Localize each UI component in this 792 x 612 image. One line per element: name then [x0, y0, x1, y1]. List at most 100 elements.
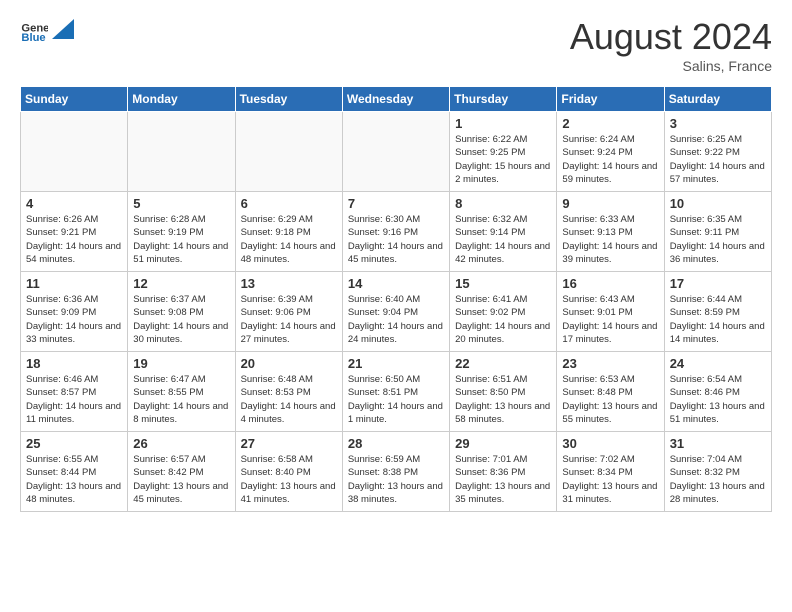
table-row [235, 112, 342, 192]
day-info: Sunrise: 7:01 AM Sunset: 8:36 PM Dayligh… [455, 453, 551, 506]
day-info: Sunrise: 6:25 AM Sunset: 9:22 PM Dayligh… [670, 133, 766, 186]
calendar-week-4: 18 Sunrise: 6:46 AM Sunset: 8:57 PM Dayli… [21, 352, 772, 432]
day-number: 26 [133, 436, 229, 451]
table-row: 18 Sunrise: 6:46 AM Sunset: 8:57 PM Dayli… [21, 352, 128, 432]
table-row: 22 Sunrise: 6:51 AM Sunset: 8:50 PM Dayli… [450, 352, 557, 432]
day-info: Sunrise: 6:54 AM Sunset: 8:46 PM Dayligh… [670, 373, 766, 426]
day-number: 19 [133, 356, 229, 371]
table-row: 20 Sunrise: 6:48 AM Sunset: 8:53 PM Dayli… [235, 352, 342, 432]
day-info: Sunrise: 6:26 AM Sunset: 9:21 PM Dayligh… [26, 213, 122, 266]
calendar-week-5: 25 Sunrise: 6:55 AM Sunset: 8:44 PM Dayli… [21, 432, 772, 512]
table-row: 26Sunrise: 6:57 AM Sunset: 8:42 PM Dayli… [128, 432, 235, 512]
calendar-table: Sunday Monday Tuesday Wednesday Thursday… [20, 86, 772, 512]
month-year-title: August 2024 [570, 16, 772, 58]
day-info: Sunrise: 6:32 AM Sunset: 9:14 PM Dayligh… [455, 213, 551, 266]
table-row [342, 112, 449, 192]
title-area: August 2024 Salins, France [570, 16, 772, 74]
day-number: 8 [455, 196, 551, 211]
table-row: 21Sunrise: 6:50 AM Sunset: 8:51 PM Dayli… [342, 352, 449, 432]
table-row [21, 112, 128, 192]
day-number: 29 [455, 436, 551, 451]
table-row: 6 Sunrise: 6:29 AM Sunset: 9:18 PM Daylig… [235, 192, 342, 272]
day-info: Sunrise: 6:40 AM Sunset: 9:04 PM Dayligh… [348, 293, 444, 346]
day-number: 13 [241, 276, 337, 291]
day-number: 27 [241, 436, 337, 451]
col-friday: Friday [557, 87, 664, 112]
table-row: 19 Sunrise: 6:47 AM Sunset: 8:55 PM Dayli… [128, 352, 235, 432]
day-info: Sunrise: 6:43 AM Sunset: 9:01 PM Dayligh… [562, 293, 658, 346]
col-thursday: Thursday [450, 87, 557, 112]
day-info: Sunrise: 6:46 AM Sunset: 8:57 PM Dayligh… [26, 373, 122, 426]
table-row: 15 Sunrise: 6:41 AM Sunset: 9:02 PM Dayli… [450, 272, 557, 352]
day-info: Sunrise: 6:33 AM Sunset: 9:13 PM Dayligh… [562, 213, 658, 266]
day-info: Sunrise: 6:36 AM Sunset: 9:09 PM Dayligh… [26, 293, 122, 346]
day-number: 22 [455, 356, 551, 371]
day-number: 15 [455, 276, 551, 291]
table-row: 24 Sunrise: 6:54 AM Sunset: 8:46 PM Dayli… [664, 352, 771, 432]
day-info: Sunrise: 6:28 AM Sunset: 9:19 PM Dayligh… [133, 213, 229, 266]
table-row: 7 Sunrise: 6:30 AM Sunset: 9:16 PM Daylig… [342, 192, 449, 272]
table-row: 4 Sunrise: 6:26 AM Sunset: 9:21 PM Daylig… [21, 192, 128, 272]
day-number: 6 [241, 196, 337, 211]
day-number: 3 [670, 116, 766, 131]
day-info: Sunrise: 6:22 AM Sunset: 9:25 PM Dayligh… [455, 133, 551, 186]
day-info: Sunrise: 6:29 AM Sunset: 9:18 PM Dayligh… [241, 213, 337, 266]
col-monday: Monday [128, 87, 235, 112]
day-info: Sunrise: 6:55 AM Sunset: 8:44 PM Dayligh… [26, 453, 122, 506]
day-info: Sunrise: 6:48 AM Sunset: 8:53 PM Dayligh… [241, 373, 337, 426]
day-number: 16 [562, 276, 658, 291]
day-number: 7 [348, 196, 444, 211]
day-number: 25 [26, 436, 122, 451]
table-row: 31 Sunrise: 7:04 AM Sunset: 8:32 PM Dayli… [664, 432, 771, 512]
table-row: 9 Sunrise: 6:33 AM Sunset: 9:13 PM Daylig… [557, 192, 664, 272]
day-number: 18 [26, 356, 122, 371]
table-row: 27 Sunrise: 6:58 AM Sunset: 8:40 PM Dayli… [235, 432, 342, 512]
header: General Blue August 2024 Salins, France [20, 16, 772, 74]
table-row: 14 Sunrise: 6:40 AM Sunset: 9:04 PM Dayli… [342, 272, 449, 352]
table-row: 3 Sunrise: 6:25 AM Sunset: 9:22 PM Daylig… [664, 112, 771, 192]
logo-triangle-icon [52, 19, 74, 41]
table-row: 10 Sunrise: 6:35 AM Sunset: 9:11 PM Dayli… [664, 192, 771, 272]
table-row: 16 Sunrise: 6:43 AM Sunset: 9:01 PM Dayli… [557, 272, 664, 352]
day-number: 4 [26, 196, 122, 211]
day-info: Sunrise: 6:47 AM Sunset: 8:55 PM Dayligh… [133, 373, 229, 426]
svg-text:Blue: Blue [21, 32, 45, 44]
table-row: 1 Sunrise: 6:22 AM Sunset: 9:25 PM Daylig… [450, 112, 557, 192]
table-row: 28Sunrise: 6:59 AM Sunset: 8:38 PM Dayli… [342, 432, 449, 512]
table-row: 12Sunrise: 6:37 AM Sunset: 9:08 PM Dayli… [128, 272, 235, 352]
day-number: 24 [670, 356, 766, 371]
day-info: Sunrise: 6:58 AM Sunset: 8:40 PM Dayligh… [241, 453, 337, 506]
day-number: 10 [670, 196, 766, 211]
day-info: Sunrise: 6:39 AM Sunset: 9:06 PM Dayligh… [241, 293, 337, 346]
col-saturday: Saturday [664, 87, 771, 112]
logo: General Blue [20, 16, 74, 44]
day-number: 23 [562, 356, 658, 371]
calendar-week-1: 1 Sunrise: 6:22 AM Sunset: 9:25 PM Daylig… [21, 112, 772, 192]
table-row: 29 Sunrise: 7:01 AM Sunset: 8:36 PM Dayli… [450, 432, 557, 512]
table-row: 11 Sunrise: 6:36 AM Sunset: 9:09 PM Dayli… [21, 272, 128, 352]
col-tuesday: Tuesday [235, 87, 342, 112]
col-wednesday: Wednesday [342, 87, 449, 112]
day-number: 28 [348, 436, 444, 451]
day-info: Sunrise: 6:51 AM Sunset: 8:50 PM Dayligh… [455, 373, 551, 426]
day-number: 11 [26, 276, 122, 291]
table-row: 25 Sunrise: 6:55 AM Sunset: 8:44 PM Dayli… [21, 432, 128, 512]
table-row: 5Sunrise: 6:28 AM Sunset: 9:19 PM Daylig… [128, 192, 235, 272]
day-info: Sunrise: 6:41 AM Sunset: 9:02 PM Dayligh… [455, 293, 551, 346]
day-number: 20 [241, 356, 337, 371]
table-row: 17Sunrise: 6:44 AM Sunset: 8:59 PM Dayli… [664, 272, 771, 352]
day-info: Sunrise: 6:30 AM Sunset: 9:16 PM Dayligh… [348, 213, 444, 266]
location-subtitle: Salins, France [570, 58, 772, 74]
day-info: Sunrise: 6:35 AM Sunset: 9:11 PM Dayligh… [670, 213, 766, 266]
day-info: Sunrise: 6:44 AM Sunset: 8:59 PM Dayligh… [670, 293, 766, 346]
day-number: 1 [455, 116, 551, 131]
day-number: 21 [348, 356, 444, 371]
day-info: Sunrise: 6:53 AM Sunset: 8:48 PM Dayligh… [562, 373, 658, 426]
day-number: 14 [348, 276, 444, 291]
day-number: 31 [670, 436, 766, 451]
table-row: 8 Sunrise: 6:32 AM Sunset: 9:14 PM Daylig… [450, 192, 557, 272]
table-row: 30Sunrise: 7:02 AM Sunset: 8:34 PM Dayli… [557, 432, 664, 512]
day-info: Sunrise: 7:04 AM Sunset: 8:32 PM Dayligh… [670, 453, 766, 506]
day-number: 9 [562, 196, 658, 211]
day-info: Sunrise: 7:02 AM Sunset: 8:34 PM Dayligh… [562, 453, 658, 506]
